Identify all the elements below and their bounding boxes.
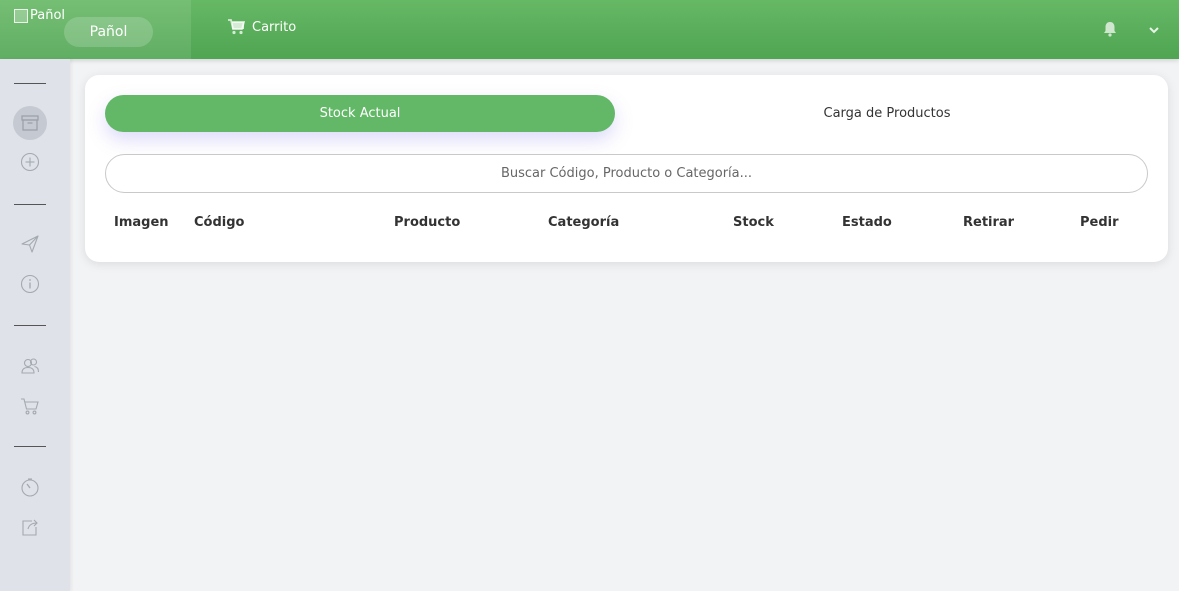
tab-stock-actual[interactable]: Stock Actual bbox=[105, 95, 615, 132]
column-header-categoria: Categoría bbox=[548, 215, 620, 230]
sidebar-divider bbox=[14, 325, 46, 326]
brand-label: Pañol bbox=[89, 24, 128, 40]
search-input[interactable] bbox=[105, 154, 1148, 193]
plus-circle-icon bbox=[20, 152, 40, 172]
sidebar-item-users[interactable] bbox=[13, 349, 47, 383]
sidebar-item-stock[interactable] bbox=[13, 106, 47, 140]
logo-alt-text: Pañol bbox=[30, 8, 66, 23]
column-header-codigo: Código bbox=[194, 215, 245, 230]
top-bar: Pañol Pañol Carrito bbox=[0, 0, 1179, 59]
sidebar-item-send[interactable] bbox=[13, 227, 47, 261]
sidebar bbox=[0, 59, 70, 591]
cart-icon bbox=[21, 398, 39, 415]
broken-image-icon bbox=[14, 8, 28, 23]
chevron-down-icon[interactable] bbox=[1147, 23, 1161, 37]
sidebar-item-info[interactable] bbox=[13, 267, 47, 301]
sidebar-item-add[interactable] bbox=[13, 145, 47, 179]
send-icon bbox=[21, 235, 39, 253]
sidebar-divider bbox=[14, 204, 46, 205]
brand-panel: Pañol Pañol bbox=[0, 0, 191, 59]
sidebar-divider bbox=[14, 446, 46, 447]
cart-nav-label: Carrito bbox=[252, 19, 297, 35]
share-icon bbox=[22, 519, 38, 536]
tab-stock-actual-label: Stock Actual bbox=[319, 106, 401, 121]
archive-icon bbox=[21, 115, 39, 131]
logo-image: Pañol bbox=[14, 8, 65, 23]
cart-icon bbox=[228, 19, 245, 35]
bell-icon[interactable] bbox=[1101, 20, 1119, 38]
info-icon bbox=[20, 274, 40, 294]
tab-carga-productos-label: Carga de Productos bbox=[823, 106, 951, 121]
sidebar-item-logout[interactable] bbox=[13, 510, 47, 544]
brand-button[interactable]: Pañol bbox=[64, 17, 153, 47]
timer-icon bbox=[21, 478, 39, 497]
users-icon bbox=[21, 358, 40, 374]
column-header-stock: Stock bbox=[733, 215, 774, 230]
column-header-retirar: Retirar bbox=[963, 215, 1015, 230]
cart-nav-link[interactable]: Carrito bbox=[227, 19, 296, 35]
sidebar-item-history[interactable] bbox=[13, 470, 47, 504]
sidebar-item-cart[interactable] bbox=[13, 389, 47, 423]
column-header-producto: Producto bbox=[394, 215, 461, 230]
stock-card: Stock Actual Carga de Productos Imagen C… bbox=[85, 75, 1168, 262]
column-header-pedir: Pedir bbox=[1080, 215, 1119, 230]
tab-carga-productos[interactable]: Carga de Productos bbox=[630, 95, 1144, 132]
column-header-estado: Estado bbox=[842, 215, 892, 230]
column-header-imagen: Imagen bbox=[114, 215, 169, 230]
sidebar-divider bbox=[14, 83, 46, 84]
